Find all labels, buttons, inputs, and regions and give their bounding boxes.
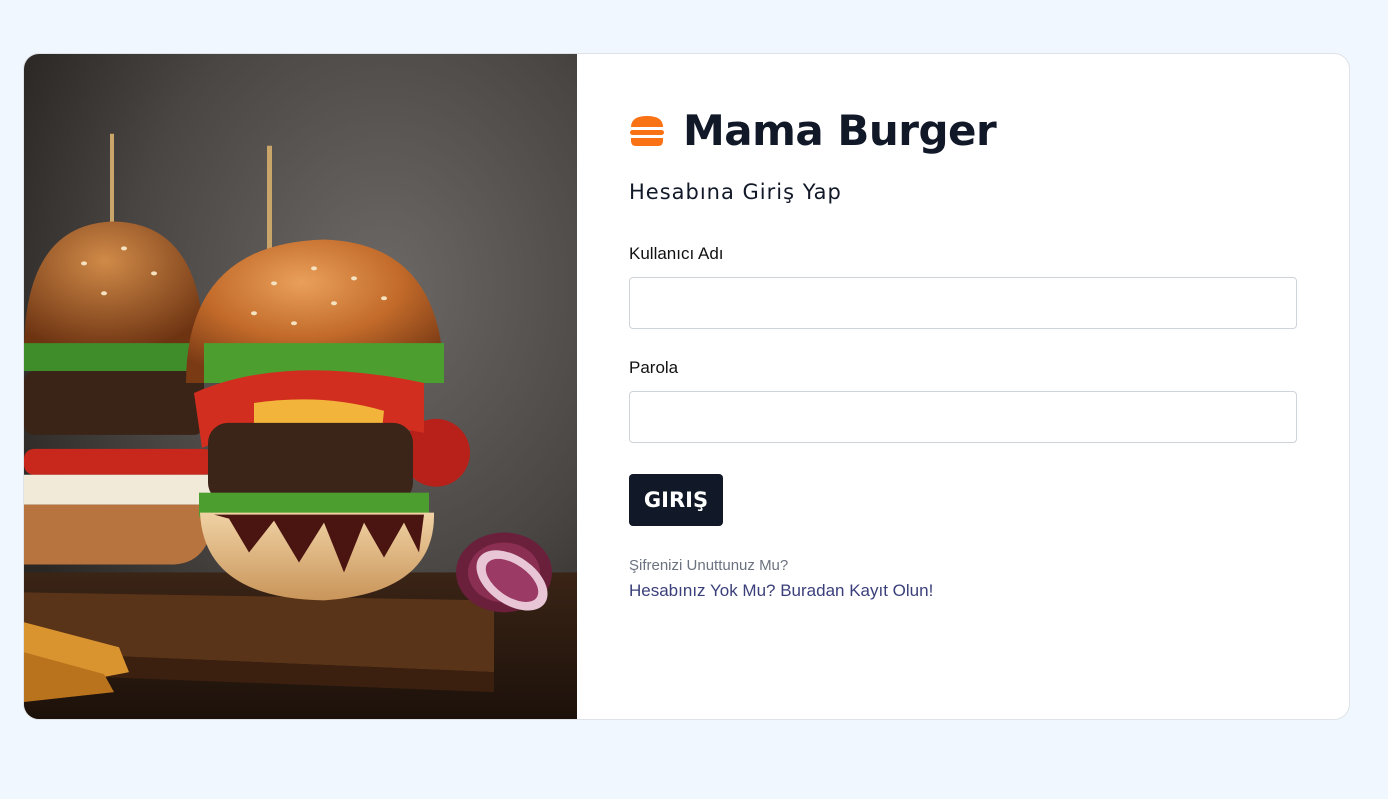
register-link[interactable]: Hesabınız Yok Mu? Buradan Kayıt Olun! xyxy=(629,581,933,601)
burger-photo xyxy=(24,54,577,719)
forgot-password-link[interactable]: Şifrenizi Unuttunuz Mu? xyxy=(629,557,788,574)
username-input[interactable] xyxy=(629,277,1297,329)
login-button[interactable]: GIRIŞ xyxy=(629,474,723,526)
brand-name: Mama Burger xyxy=(683,106,997,155)
login-card: Mama Burger Hesabına Giriş Yap Kullanıcı… xyxy=(23,53,1350,720)
login-form-pane: Mama Burger Hesabına Giriş Yap Kullanıcı… xyxy=(577,54,1349,719)
brand: Mama Burger xyxy=(629,106,997,155)
username-label: Kullanıcı Adı xyxy=(629,244,724,263)
password-label: Parola xyxy=(629,358,679,377)
burger-icon xyxy=(630,115,664,146)
password-input[interactable] xyxy=(629,391,1297,443)
form-subtitle: Hesabına Giriş Yap xyxy=(629,180,842,204)
